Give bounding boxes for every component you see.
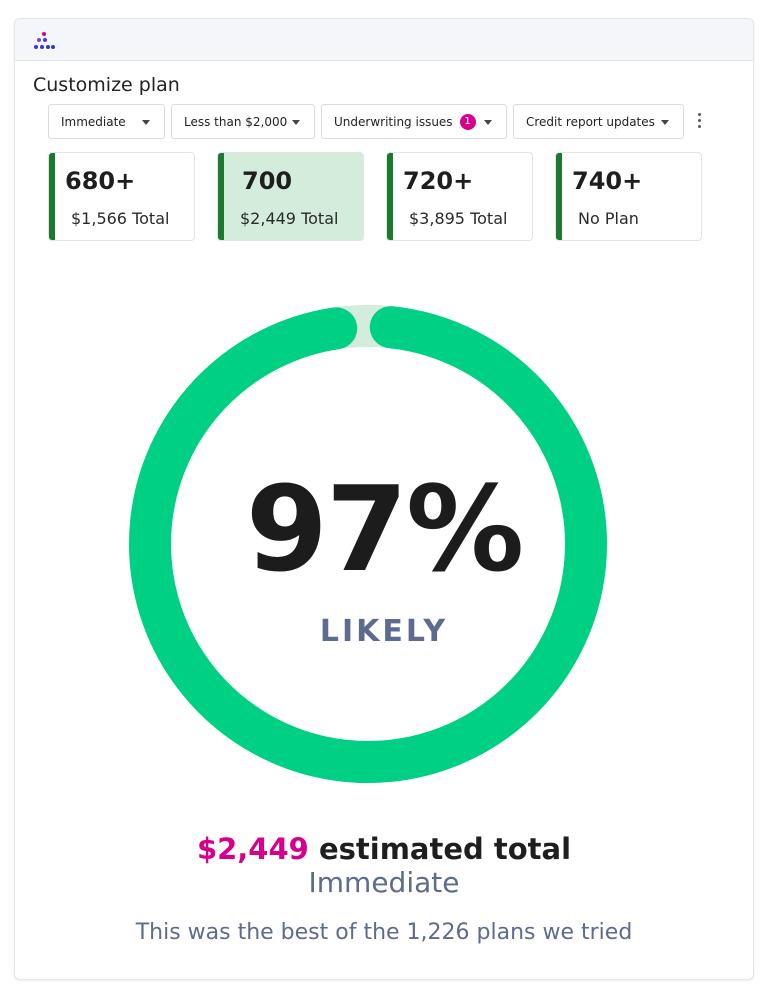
tier-score: 720+ (403, 167, 474, 195)
estimated-amount: $2,449 (196, 832, 309, 866)
filter-label: Less than $2,000 (184, 114, 288, 129)
tier-accent-bar (387, 153, 393, 240)
filter-budget-dropdown[interactable]: Less than $2,000 (171, 104, 315, 139)
chevron-down-icon (484, 120, 492, 125)
page-title: Customize plan (33, 74, 180, 96)
more-vertical-icon[interactable] (698, 113, 702, 129)
filter-underwriting-dropdown[interactable]: Underwriting issues 1 (321, 104, 507, 139)
chevron-down-icon (661, 120, 669, 125)
filter-timeline-dropdown[interactable]: Immediate (48, 104, 165, 139)
filter-bar: Immediate Less than $2,000 Underwriting … (34, 104, 701, 139)
tier-total: $2,449 Total (240, 209, 339, 228)
credit-tier-list: 680+ $1,566 Total 700 $2,449 Total 720+ … (34, 152, 702, 242)
tier-total: $3,895 Total (409, 209, 508, 228)
plan-timeline: Immediate (308, 866, 460, 899)
likelihood-status: LIKELY (319, 614, 449, 649)
tier-score: 680+ (65, 167, 136, 195)
filter-label: Underwriting issues (334, 114, 453, 129)
tier-accent-bar (556, 153, 562, 240)
chevron-down-icon (142, 120, 150, 125)
tier-card[interactable]: 680+ $1,566 Total (48, 152, 195, 241)
count-badge: 1 (459, 113, 476, 130)
tier-total: $1,566 Total (71, 209, 170, 228)
tier-score: 740+ (572, 167, 643, 195)
plans-tried-note: This was the best of the 1,226 plans we … (135, 920, 633, 945)
tier-card-selected[interactable]: 700 $2,449 Total (217, 152, 364, 241)
top-bar (15, 19, 753, 61)
estimated-label: estimated total (318, 832, 572, 866)
likelihood-percent: 97% (245, 460, 524, 598)
filter-label: Immediate (61, 114, 126, 129)
filter-credit-dropdown[interactable]: Credit report updates (513, 104, 684, 139)
chevron-down-icon (292, 120, 300, 125)
filter-label: Credit report updates (526, 114, 655, 129)
tier-card[interactable]: 740+ No Plan (555, 152, 702, 241)
tier-total: No Plan (578, 209, 639, 228)
tier-accent-bar (49, 153, 55, 240)
dots-logo-icon[interactable] (33, 31, 55, 51)
tier-card[interactable]: 720+ $3,895 Total (386, 152, 533, 241)
tier-accent-bar (218, 153, 224, 240)
estimated-total: $2,449 estimated total (0, 832, 768, 866)
tier-score: 700 (242, 167, 293, 195)
